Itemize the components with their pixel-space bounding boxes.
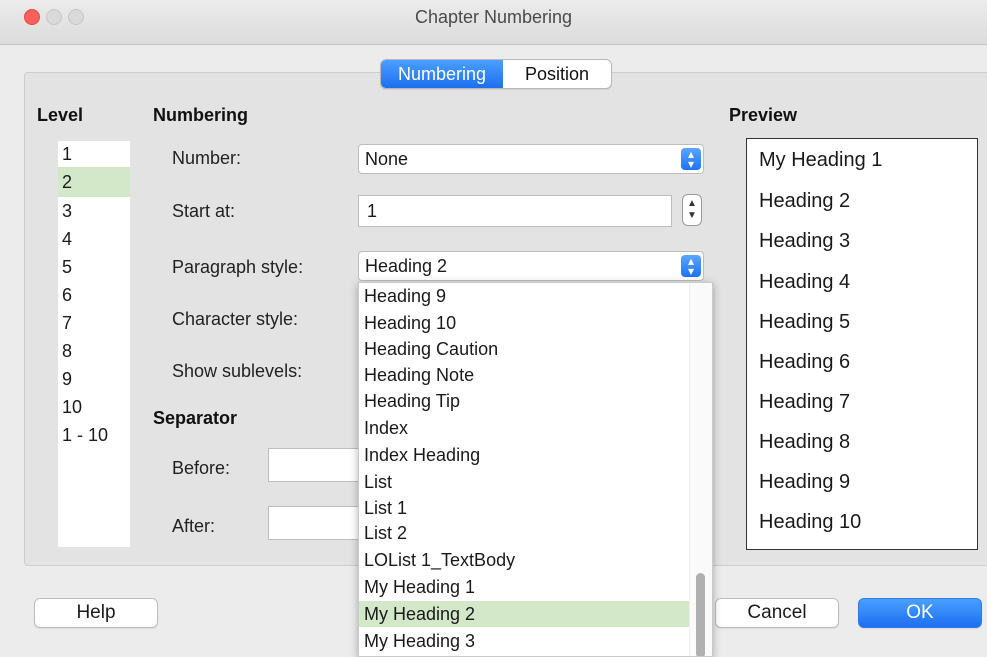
level-item-10[interactable]: 10 (58, 393, 130, 421)
preview-item: Heading 10 (759, 511, 862, 533)
before-input[interactable] (268, 448, 368, 482)
after-input[interactable] (268, 506, 368, 540)
tab-numbering[interactable]: Numbering (381, 60, 503, 88)
tab-bar: Numbering Position (380, 59, 612, 89)
dropdown-scrollbar[interactable] (689, 283, 712, 656)
dropdown-item[interactable]: Heading Caution (359, 336, 691, 362)
dropdown-item[interactable]: Heading 10 (359, 310, 691, 336)
preview-item: My Heading 1 (759, 149, 883, 171)
level-item-9[interactable]: 9 (58, 365, 130, 393)
preview-item: Heading 5 (759, 311, 851, 333)
preview-item: Heading 2 (759, 190, 851, 212)
dropdown-item[interactable]: LOList 1_TextBody (359, 547, 691, 573)
paragraph-style-select[interactable]: Heading 2 ▴ ▾ (358, 251, 704, 281)
dropdown-item[interactable]: My Heading 1 (359, 574, 691, 600)
dropdown-item[interactable]: Heading Note (359, 362, 691, 388)
dropdown-item[interactable]: List (359, 469, 691, 495)
start-at-input[interactable]: 1 (358, 195, 672, 227)
start-at-stepper[interactable]: ▲ ▼ (682, 194, 702, 226)
dropdown-item[interactable]: Index Heading (359, 442, 691, 468)
level-item-7[interactable]: 7 (58, 309, 130, 337)
stepper-arrows-icon: ▲ ▼ (687, 198, 697, 221)
preview-item: Heading 8 (759, 431, 851, 453)
ok-button[interactable]: OK (858, 598, 982, 628)
numbering-heading: Numbering (153, 105, 249, 125)
number-label: Number: (172, 148, 242, 168)
level-item-all[interactable]: 1 - 10 (58, 421, 130, 449)
show-sublevels-label: Show sublevels: (172, 361, 303, 381)
level-item-1[interactable]: 1 (58, 141, 130, 167)
character-style-label: Character style: (172, 309, 299, 329)
chevron-updown-icon: ▴ ▾ (681, 255, 701, 277)
paragraph-style-dropdown[interactable]: Heading 9 Heading 10 Heading Caution Hea… (358, 282, 713, 657)
separator-heading: Separator (153, 408, 238, 428)
preview-item: Heading 3 (759, 230, 851, 252)
paragraph-style-label: Paragraph style: (172, 257, 304, 277)
after-label: After: (172, 516, 216, 536)
preview-heading: Preview (729, 105, 798, 125)
preview-item: Heading 6 (759, 351, 851, 373)
level-heading: Level (37, 105, 84, 125)
level-list[interactable]: 1 2 3 4 5 6 7 8 9 10 1 - 10 (58, 141, 130, 547)
level-item-2[interactable]: 2 (58, 167, 130, 197)
number-select[interactable]: None ▴ ▾ (358, 144, 704, 174)
preview-item: Heading 4 (759, 271, 851, 293)
level-item-8[interactable]: 8 (58, 337, 130, 365)
title-bar: Chapter Numbering (0, 0, 987, 45)
number-select-value: None (365, 149, 409, 169)
start-at-label: Start at: (172, 201, 236, 221)
dropdown-item[interactable]: My Heading 3 (359, 628, 691, 654)
level-item-3[interactable]: 3 (58, 197, 130, 225)
paragraph-style-value: Heading 2 (365, 256, 448, 276)
tab-position[interactable]: Position (503, 60, 611, 88)
window-title: Chapter Numbering (414, 7, 573, 27)
dropdown-item[interactable]: Heading 9 (359, 283, 691, 309)
dropdown-item[interactable]: List 1 (359, 495, 691, 521)
chevron-updown-icon: ▴ ▾ (681, 148, 701, 170)
dropdown-item[interactable]: List 2 (359, 520, 691, 546)
scrollbar-thumb[interactable] (696, 573, 705, 656)
preview-item: Heading 9 (759, 471, 851, 493)
preview-item: Heading 7 (759, 391, 851, 413)
level-item-4[interactable]: 4 (58, 225, 130, 253)
cancel-button[interactable]: Cancel (715, 598, 839, 628)
preview-box: My Heading 1 Heading 2 Heading 3 Heading… (746, 138, 978, 550)
help-button[interactable]: Help (34, 598, 158, 628)
before-label: Before: (172, 458, 231, 478)
dropdown-item-selected[interactable]: My Heading 2 (359, 601, 691, 627)
level-item-5[interactable]: 5 (58, 253, 130, 281)
dropdown-item[interactable]: Heading Tip (359, 388, 691, 414)
level-item-6[interactable]: 6 (58, 281, 130, 309)
dropdown-item[interactable]: Index (359, 415, 691, 441)
